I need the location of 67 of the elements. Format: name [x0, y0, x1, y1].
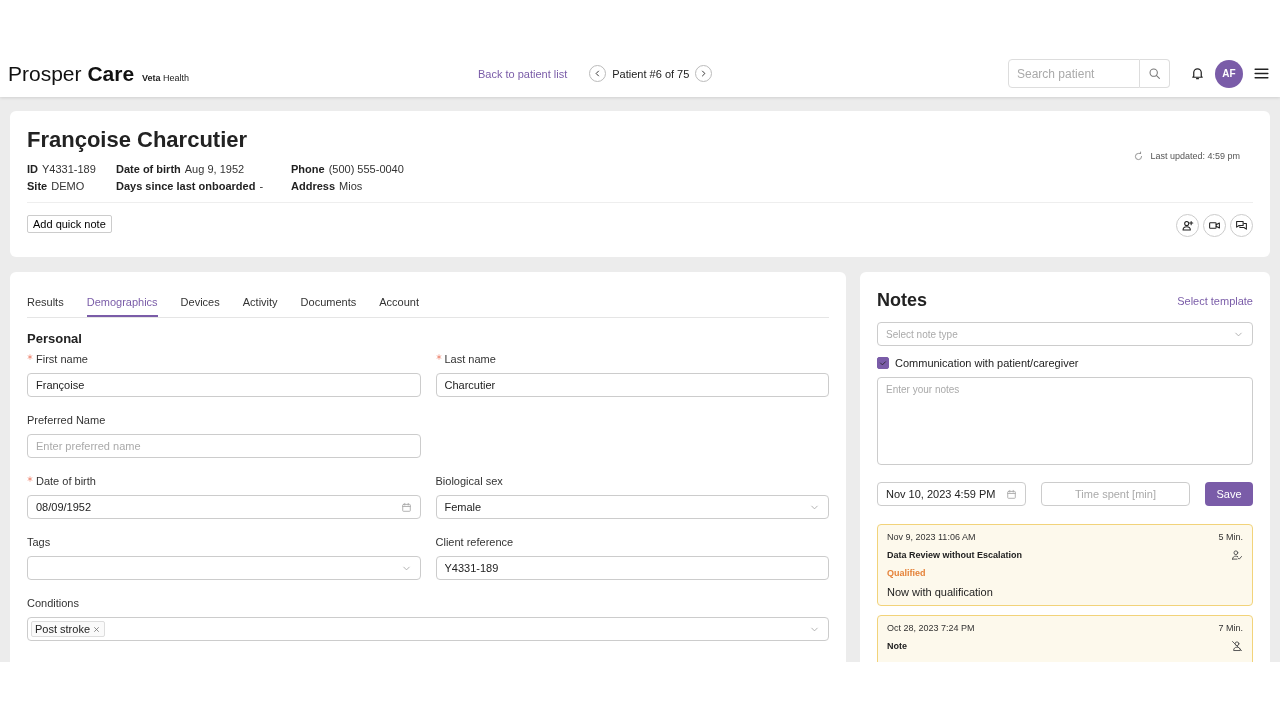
date-field[interactable]: 08/09/1952 — [27, 495, 421, 519]
patient-counter: Patient #6 of 75 — [612, 67, 690, 80]
notes-textarea[interactable]: Enter your notes — [877, 377, 1253, 465]
info-label: Site — [27, 180, 48, 192]
calendar-icon — [400, 501, 412, 513]
info-label: Days since last onboarded — [116, 180, 256, 192]
field-label: Client reference — [435, 536, 514, 548]
brand-logo: Veta Health — [142, 72, 190, 83]
note-duration: 7 Min. — [1218, 623, 1243, 633]
tab[interactable]: Demographics — [86, 292, 158, 317]
info-value: - — [259, 180, 264, 192]
field-label: Last name — [444, 353, 496, 365]
app-logo: Prosper Care — [8, 61, 135, 86]
note-date: Oct 28, 2023 7:24 PM — [887, 623, 975, 633]
notes-title: Notes — [877, 290, 927, 311]
remove-icon[interactable] — [92, 624, 102, 634]
checkbox[interactable] — [877, 357, 889, 369]
note-duration: 5 Min. — [1218, 532, 1243, 542]
user-avatar[interactable]: AF — [1215, 59, 1243, 88]
date-field[interactable]: Nov 10, 2023 4:59 PM — [877, 482, 1026, 506]
save-button[interactable]: Save — [1205, 482, 1253, 506]
search-field[interactable]: Search patient — [1008, 59, 1140, 88]
info-value: Mios — [339, 180, 363, 192]
refresh-icon[interactable] — [1133, 150, 1145, 162]
back-link[interactable]: Back to patient list — [478, 67, 568, 80]
bell-icon[interactable] — [1190, 66, 1205, 81]
patient-name: Françoise Charcutier — [27, 127, 249, 153]
note-status: Qualified — [887, 568, 927, 578]
select-field[interactable]: Female — [435, 495, 829, 519]
info-label: ID — [27, 163, 38, 175]
field-label: Date of birth — [36, 475, 96, 487]
add-quick-note-button[interactable]: Add quick note — [27, 215, 112, 233]
info-label: Address — [291, 180, 336, 192]
tab[interactable]: Account — [379, 292, 419, 317]
calendar-icon — [1006, 488, 1017, 500]
info-value: DEMO — [51, 180, 85, 192]
select-template-link[interactable]: Select template — [1177, 294, 1253, 307]
info-label: Phone — [291, 163, 325, 175]
input-field[interactable]: Y4331-189 — [435, 556, 829, 580]
note-date: Nov 9, 2023 11:06 AM — [887, 532, 976, 542]
tab[interactable]: Activity — [242, 292, 278, 317]
checkbox-label: Communication with patient/caregiver — [895, 357, 1079, 369]
input-field[interactable]: Françoise — [27, 373, 421, 397]
note-text: Now with qualification — [887, 586, 994, 598]
tab[interactable]: Documents — [300, 292, 357, 317]
note-title: Data Review without Escalation — [887, 550, 1023, 560]
field-label: Tags — [27, 536, 51, 548]
select-field[interactable] — [27, 556, 421, 580]
info-label: Date of birth — [116, 163, 181, 175]
info-value: Aug 9, 1952 — [184, 163, 245, 175]
checkmark-icon — [878, 358, 888, 368]
tab[interactable]: Results — [27, 292, 64, 317]
field-label: First name — [36, 353, 88, 365]
input-field[interactable]: Charcutier — [435, 373, 829, 397]
tab[interactable]: Devices — [180, 292, 220, 317]
time-spent-field[interactable]: Time spent [min] — [1041, 482, 1190, 506]
tags-field[interactable]: Post stroke — [27, 617, 829, 641]
field-label: Conditions — [27, 597, 79, 609]
info-value: Y4331-189 — [42, 163, 96, 175]
section-title: Personal — [27, 331, 83, 346]
tag-chip: Post stroke — [31, 621, 106, 637]
field-label: Preferred Name — [27, 414, 106, 426]
info-value: (500) 555-0040 — [328, 163, 404, 175]
last-updated: Last updated: 4:59 pm — [1150, 151, 1240, 161]
input-field[interactable]: Enter preferred name — [27, 434, 421, 458]
note-title: Note — [887, 641, 907, 651]
field-label: Biological sex — [435, 475, 503, 487]
